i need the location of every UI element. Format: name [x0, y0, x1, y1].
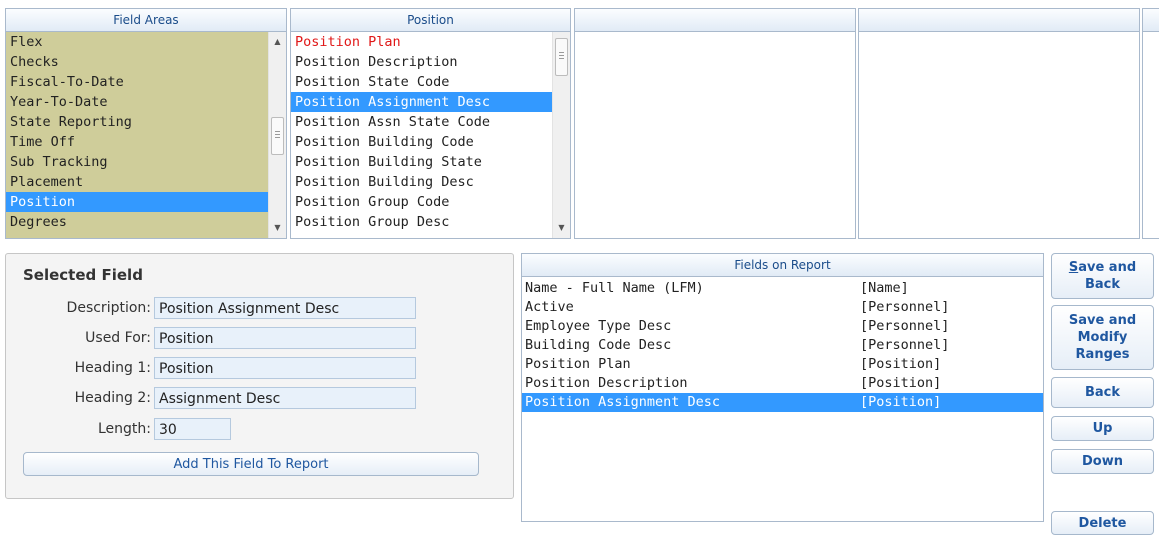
down-button[interactable]: Down — [1051, 449, 1154, 474]
position-item[interactable]: Position Assignment Desc — [291, 92, 552, 112]
field-areas-header: Field Areas — [6, 9, 286, 32]
grip-icon — [559, 52, 564, 61]
description-field[interactable]: Position Assignment Desc — [154, 297, 416, 319]
report-field-row[interactable]: Position Plan [Position] — [522, 355, 1043, 374]
position-header: Position — [291, 9, 570, 32]
field-area-item[interactable]: Flex — [6, 32, 268, 52]
field-area-item[interactable]: Position — [6, 192, 268, 212]
report-field-area: [Position] — [860, 394, 942, 410]
report-field-name: Position Plan — [525, 356, 631, 372]
field-areas-panel: Field Areas Flex Checks Fiscal-To-Date Year… — [5, 8, 287, 239]
add-field-to-report-button[interactable]: Add This Field To Report — [23, 452, 479, 476]
report-field-name: Position Assignment Desc — [525, 394, 721, 410]
fields-on-report-panel: Fields on Report Name - Full Name (LFM) [… — [521, 253, 1044, 522]
report-field-name: Building Code Desc — [525, 337, 672, 353]
report-field-area: [Personnel] — [860, 299, 950, 315]
field-area-item[interactable]: State Reporting — [6, 112, 268, 132]
report-field-area: [Name] — [860, 280, 909, 296]
field-area-item[interactable]: Year-To-Date — [6, 92, 268, 112]
report-field-row[interactable]: Position Assignment Desc [Position] — [522, 393, 1043, 412]
save-and-back-line1: Save and — [1068, 260, 1137, 275]
position-item[interactable]: Position Building State — [291, 152, 552, 172]
heading2-label: Heading 2: — [74, 390, 151, 406]
position-panel: Position Position Plan Position Descripti… — [290, 8, 571, 239]
scroll-thumb[interactable] — [555, 38, 568, 76]
field-area-item[interactable]: Degrees — [6, 212, 268, 232]
heading1-field[interactable]: Position — [154, 357, 416, 379]
report-field-area: [Personnel] — [860, 318, 950, 334]
report-field-name: Position Description — [525, 375, 688, 391]
save-and-back-line2: Back — [1084, 277, 1121, 292]
report-field-row[interactable]: Employee Type Desc [Personnel] — [522, 317, 1043, 336]
selected-field-title: Selected Field — [23, 266, 143, 284]
empty-panel-3-header — [1143, 9, 1159, 32]
empty-panel-2-header — [859, 9, 1139, 32]
delete-button[interactable]: Delete — [1051, 511, 1154, 535]
field-areas-list[interactable]: Flex Checks Fiscal-To-Date Year-To-Date Stat… — [6, 32, 268, 238]
length-label: Length: — [97, 421, 151, 437]
grip-icon — [275, 131, 280, 140]
report-field-area: [Personnel] — [860, 337, 950, 353]
used-for-label: Used For: — [85, 330, 151, 346]
position-item[interactable]: Position Assn State Code — [291, 112, 552, 132]
scroll-down-arrow-icon[interactable]: ▼ — [553, 220, 570, 236]
back-button[interactable]: Back — [1051, 377, 1154, 408]
up-button[interactable]: Up — [1051, 416, 1154, 441]
report-field-row[interactable]: Position Description [Position] — [522, 374, 1043, 393]
field-areas-scrollbar[interactable]: ▲ ▼ — [268, 32, 286, 238]
report-field-name: Employee Type Desc — [525, 318, 672, 334]
field-area-item[interactable]: Checks — [6, 52, 268, 72]
save-and-modify-ranges-button[interactable]: Save and Modify Ranges — [1051, 305, 1154, 370]
save-modify-line2: Modify — [1077, 330, 1128, 345]
length-field[interactable]: 30 — [154, 418, 231, 440]
position-scrollbar[interactable]: ▲ ▼ — [552, 32, 570, 238]
save-and-back-button[interactable]: Save and Back — [1051, 253, 1154, 299]
fields-on-report-list[interactable]: Name - Full Name (LFM) [Name] Active [Perso… — [522, 279, 1043, 412]
empty-panel-1 — [574, 8, 856, 239]
report-field-row[interactable]: Building Code Desc [Personnel] — [522, 336, 1043, 355]
field-area-item[interactable]: Time Off — [6, 132, 268, 152]
position-item[interactable]: Position Plan — [291, 32, 552, 52]
position-item[interactable]: Position Group Code — [291, 192, 552, 212]
report-field-row[interactable]: Active [Personnel] — [522, 298, 1043, 317]
report-field-area: [Position] — [860, 375, 942, 391]
selected-field-panel: Selected Field Description: Position Ass… — [5, 253, 514, 499]
save-modify-line1: Save and — [1068, 313, 1137, 328]
field-area-item[interactable]: Fiscal-To-Date — [6, 72, 268, 92]
scroll-thumb[interactable] — [271, 117, 284, 155]
used-for-field[interactable]: Position — [154, 327, 416, 349]
save-modify-line3: Ranges — [1075, 347, 1130, 362]
report-field-row[interactable]: Name - Full Name (LFM) [Name] — [522, 279, 1043, 298]
report-field-name: Name - Full Name (LFM) — [525, 280, 704, 296]
position-item[interactable]: Position Building Code — [291, 132, 552, 152]
position-item[interactable]: Position Group Desc — [291, 212, 552, 232]
heading1-label: Heading 1: — [74, 360, 151, 376]
description-label: Description: — [66, 300, 151, 316]
empty-panel-1-header — [575, 9, 855, 32]
report-field-name: Active — [525, 299, 574, 315]
position-list[interactable]: Position Plan Position Description Positio… — [291, 32, 552, 238]
scroll-down-arrow-icon[interactable]: ▼ — [269, 220, 286, 236]
report-field-area: [Position] — [860, 356, 942, 372]
empty-panel-3 — [1142, 8, 1159, 239]
field-area-item[interactable]: Placement — [6, 172, 268, 192]
heading2-field[interactable]: Assignment Desc — [154, 387, 416, 409]
scroll-up-arrow-icon[interactable]: ▲ — [269, 34, 286, 50]
position-item[interactable]: Position Building Desc — [291, 172, 552, 192]
position-item[interactable]: Position Description — [291, 52, 552, 72]
field-area-item[interactable]: Sub Tracking — [6, 152, 268, 172]
fields-on-report-header: Fields on Report — [522, 254, 1043, 277]
empty-panel-2 — [858, 8, 1140, 239]
position-item[interactable]: Position State Code — [291, 72, 552, 92]
